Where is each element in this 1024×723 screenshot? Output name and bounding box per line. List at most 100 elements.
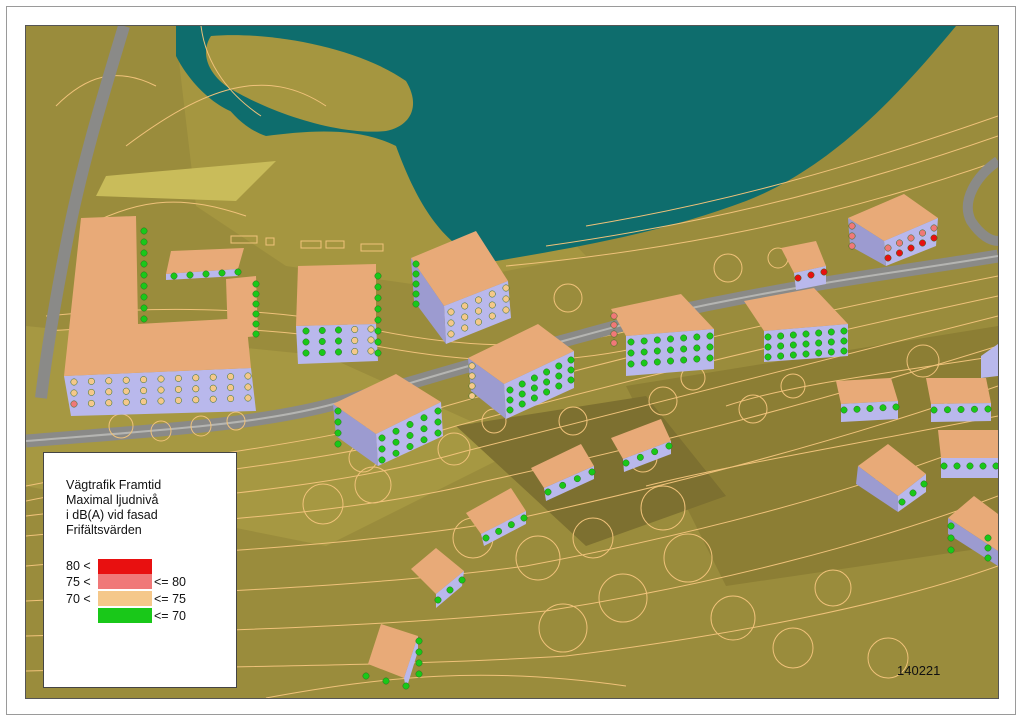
- facade-receiver-point: [610, 321, 618, 329]
- facade-receiver-point: [434, 596, 442, 604]
- facade-receiver-point: [140, 282, 148, 290]
- facade-receiver-point: [898, 498, 906, 506]
- facade-receiver-point: [802, 330, 810, 338]
- facade-receiver-point: [488, 290, 496, 298]
- facade-receiver-point: [140, 387, 148, 395]
- facade-receiver-point: [140, 249, 148, 257]
- facade-receiver-point: [412, 270, 420, 278]
- facade-receiver-point: [802, 340, 810, 348]
- facade-receiver-point: [302, 349, 310, 357]
- facade-receiver-point: [764, 333, 772, 341]
- legend-title-line: Frifältsvärden: [66, 523, 142, 537]
- facade-receiver-point: [482, 534, 490, 542]
- facade-receiver-point: [461, 302, 469, 310]
- facade-receiver-point: [495, 527, 503, 535]
- facade-receiver-point: [884, 254, 892, 262]
- facade-receiver-point: [374, 338, 382, 346]
- facade-receiver-point: [984, 405, 992, 413]
- facade-receiver-point: [530, 374, 538, 382]
- facade-receiver-point: [334, 407, 342, 415]
- facade-receiver-point: [140, 315, 148, 323]
- facade-receiver-point: [461, 324, 469, 332]
- facade-receiver-point: [406, 432, 414, 439]
- facade-receiver-point: [468, 382, 476, 390]
- facade-receiver-point: [192, 374, 200, 382]
- facade-receiver-point: [420, 425, 428, 433]
- facade-receiver-point: [518, 400, 526, 408]
- facade-receiver-point: [374, 327, 382, 335]
- facade-receiver-point: [802, 350, 810, 358]
- facade-receiver-point: [636, 453, 644, 461]
- facade-receiver-point: [402, 682, 410, 690]
- facade-receiver-point: [351, 348, 359, 355]
- facade-receiver-point: [502, 306, 510, 314]
- facade-receiver-point: [412, 260, 420, 268]
- facade-receiver-point: [367, 336, 375, 344]
- facade-receiver-point: [610, 339, 618, 347]
- facade-receiver-point: [567, 366, 575, 374]
- facade-receiver-point: [234, 268, 242, 276]
- facade-receiver-point: [105, 377, 113, 385]
- facade-receiver-point: [640, 348, 648, 356]
- facade-receiver-point: [209, 395, 217, 403]
- facade-receiver-point: [378, 456, 386, 464]
- facade-receiver-point: [87, 388, 95, 396]
- facade-receiver-point: [892, 403, 900, 411]
- facade-receiver-point: [392, 438, 400, 446]
- legend-upper-label: <= 80: [154, 575, 186, 589]
- facade-receiver-point: [174, 396, 182, 404]
- facade-receiver-point: [447, 330, 455, 338]
- facade-receiver-point: [447, 308, 455, 316]
- facade-receiver-point: [468, 372, 476, 380]
- building-roof: [836, 378, 898, 404]
- facade-receiver-point: [651, 448, 659, 456]
- facade-receiver-point: [518, 390, 526, 398]
- facade-receiver-point: [174, 374, 182, 382]
- facade-receiver-point: [567, 376, 575, 384]
- facade-receiver-point: [488, 312, 496, 320]
- facade-receiver-point: [947, 546, 955, 554]
- facade-receiver-point: [252, 330, 260, 338]
- facade-receiver-point: [351, 326, 359, 333]
- facade-receiver-point: [984, 554, 992, 562]
- facade-receiver-point: [374, 283, 382, 291]
- facade-receiver-point: [543, 368, 551, 376]
- facade-receiver-point: [840, 347, 848, 355]
- facade-receiver-point: [559, 481, 567, 489]
- facade-receiver-point: [318, 327, 326, 334]
- facade-receiver-point: [848, 232, 856, 240]
- facade-receiver-point: [318, 349, 326, 356]
- facade-receiver-point: [502, 295, 510, 303]
- facade-receiver-point: [192, 396, 200, 404]
- facade-receiver-point: [979, 462, 987, 470]
- facade-receiver-point: [488, 301, 496, 309]
- facade-receiver-point: [318, 338, 326, 345]
- legend-lower-label: 75 <: [66, 575, 91, 589]
- facade-receiver-point: [777, 342, 785, 350]
- facade-receiver-point: [930, 234, 938, 242]
- facade-receiver-point: [820, 268, 828, 276]
- facade-receiver-point: [218, 269, 226, 277]
- map-legend: Vägtrafik Framtid Maximal ljudnivå i dB(…: [43, 452, 237, 688]
- facade-receiver-point: [896, 239, 903, 247]
- facade-receiver-point: [244, 394, 252, 402]
- facade-receiver-point: [693, 333, 701, 341]
- facade-receiver-point: [334, 440, 342, 448]
- facade-receiver-point: [87, 399, 95, 407]
- facade-receiver-point: [140, 398, 148, 406]
- legend-lower-label: 80 <: [66, 559, 91, 573]
- facade-receiver-point: [944, 406, 951, 414]
- facade-receiver-point: [680, 345, 688, 353]
- facade-receiver-point: [971, 405, 978, 413]
- facade-receiver-point: [610, 330, 618, 338]
- facade-receiver-point: [680, 334, 688, 342]
- facade-receiver-point: [588, 468, 596, 476]
- facade-receiver-point: [789, 341, 797, 349]
- facade-receiver-point: [909, 489, 917, 497]
- facade-receiver-point: [930, 224, 938, 232]
- facade-receiver-point: [920, 480, 928, 488]
- facade-receiver-point: [157, 386, 165, 394]
- facade-receiver-point: [105, 399, 113, 407]
- facade-receiver-point: [807, 271, 815, 279]
- facade-receiver-point: [866, 405, 874, 412]
